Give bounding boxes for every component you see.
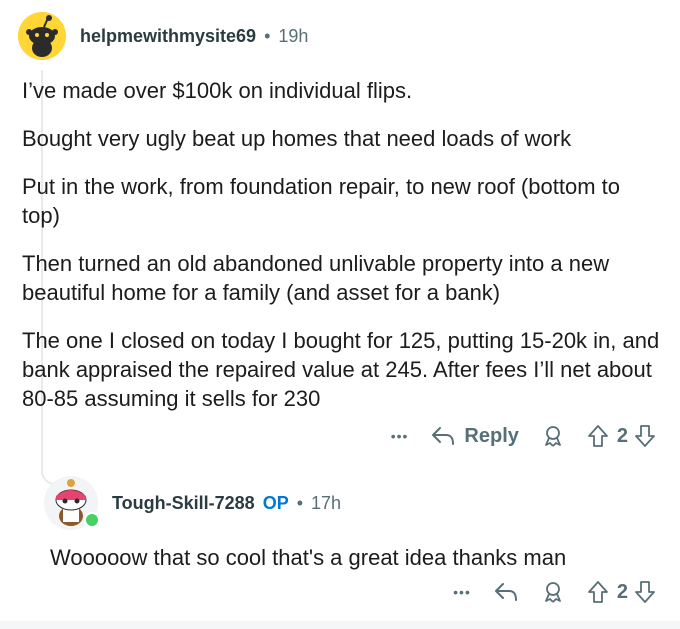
award-button[interactable]	[541, 580, 565, 604]
award-icon	[544, 582, 561, 603]
reply-arrow-icon	[432, 427, 455, 445]
downvote-icon[interactable]	[634, 424, 656, 448]
reply-label: Reply	[464, 424, 519, 447]
op-badge: OP	[262, 492, 289, 513]
separator-dot: •	[296, 492, 304, 513]
more-options-button[interactable]: •••	[453, 584, 471, 600]
comment-actions: ••• Reply 2	[369, 424, 656, 448]
username[interactable]: Tough-Skill-7288	[112, 493, 255, 514]
reply-body: Wooooow that so cool that's a great idea…	[50, 545, 567, 570]
more-options-button[interactable]: •••	[391, 428, 409, 444]
vote-controls: 2	[587, 580, 656, 604]
award-icon	[544, 426, 561, 447]
comment-paragraph: The one I closed on today I bought for 1…	[22, 328, 660, 411]
avatar[interactable]	[18, 12, 66, 60]
comment-body: I’ve made over $100k on individual flips…	[22, 76, 662, 432]
timestamp[interactable]: 17h	[311, 493, 341, 514]
comment-paragraph: I’ve made over $100k on individual flips…	[22, 78, 413, 103]
reply-header: Tough-Skill-7288 OP • 17h	[44, 474, 341, 532]
comment-meta: helpmewithmysite69 • 19h	[80, 26, 308, 47]
award-button[interactable]	[541, 424, 565, 448]
reply-actions: ••• 2	[431, 580, 656, 604]
reply-button[interactable]: Reply	[430, 424, 519, 448]
vote-count: 2	[616, 424, 628, 447]
separator-dot: •	[264, 25, 271, 46]
comment-paragraph: Bought very ugly beat up homes that need…	[22, 126, 572, 151]
divider	[0, 621, 680, 629]
reply-meta: Tough-Skill-7288 OP • 17h	[112, 493, 341, 514]
avatar[interactable]	[44, 476, 100, 530]
reply-button[interactable]	[493, 581, 519, 603]
comment-header: helpmewithmysite69 • 19h	[18, 12, 308, 60]
timestamp[interactable]: 19h	[278, 26, 308, 47]
username[interactable]: helpmewithmysite69	[80, 26, 256, 47]
upvote-icon[interactable]	[587, 424, 609, 448]
reply-arrow-icon	[494, 583, 517, 601]
online-indicator	[84, 512, 100, 528]
vote-count: 2	[616, 580, 628, 603]
more-dots-icon: •••	[453, 584, 471, 600]
snoo-avatar-icon	[18, 12, 66, 60]
downvote-icon[interactable]	[634, 580, 656, 604]
comment-paragraph: Put in the work, from foundation repair,…	[22, 174, 620, 228]
comment-paragraph: Then turned an old abandoned unlivable p…	[22, 251, 610, 305]
more-dots-icon: •••	[390, 428, 409, 444]
vote-controls: 2	[587, 424, 656, 448]
upvote-icon[interactable]	[587, 580, 609, 604]
